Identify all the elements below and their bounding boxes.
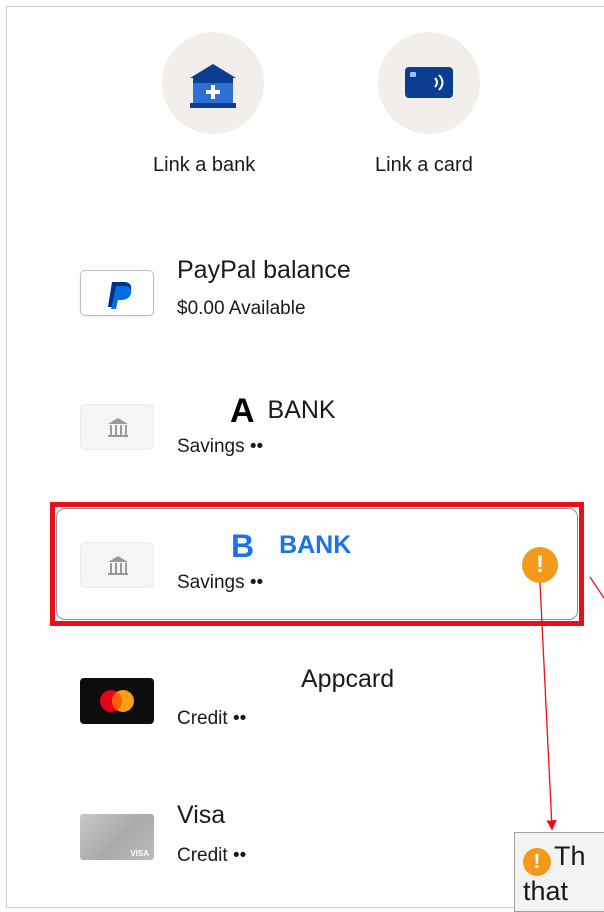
tooltip-text: Th: [554, 841, 586, 871]
warning-tooltip: ! Th that: [514, 832, 604, 912]
annotation-arrows: [539, 576, 604, 831]
tooltip-text-line2: that: [523, 876, 569, 906]
tooltip-warning-icon: !: [523, 848, 551, 876]
